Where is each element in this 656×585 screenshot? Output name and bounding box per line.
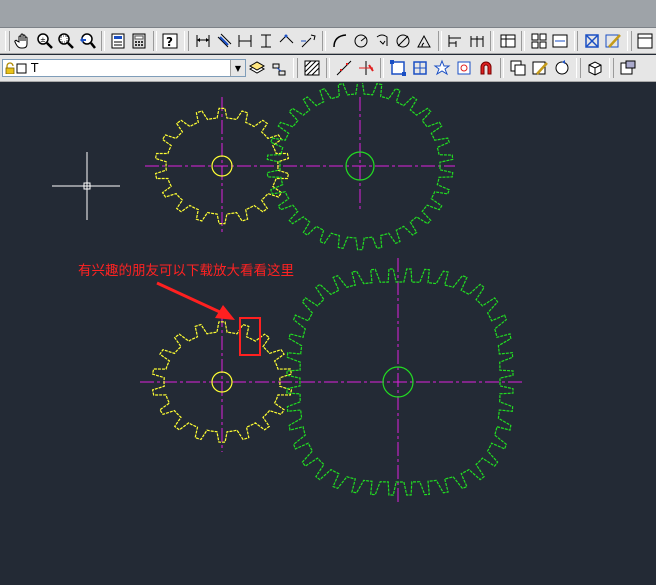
zoom-window-icon[interactable] bbox=[56, 31, 75, 51]
properties-icon[interactable] bbox=[109, 31, 128, 51]
ordinate-dim-icon[interactable] bbox=[256, 31, 275, 51]
separator bbox=[100, 30, 105, 51]
block-icon[interactable] bbox=[585, 58, 605, 78]
trim-icon[interactable] bbox=[356, 58, 376, 78]
separator bbox=[322, 30, 326, 51]
osnap-icon[interactable] bbox=[454, 58, 474, 78]
svg-text:±: ± bbox=[40, 36, 46, 44]
dim-style-icon[interactable] bbox=[550, 31, 569, 51]
separator bbox=[380, 58, 384, 78]
toolbar-grip[interactable] bbox=[5, 30, 10, 51]
highlight-box bbox=[239, 317, 261, 356]
layer-combo-value: T bbox=[31, 61, 39, 75]
fillet-icon[interactable] bbox=[388, 58, 408, 78]
refresh-icon[interactable] bbox=[552, 58, 572, 78]
svg-text:?: ? bbox=[166, 35, 173, 49]
arc-length-icon[interactable] bbox=[330, 31, 349, 51]
hatch-icon[interactable] bbox=[302, 58, 322, 78]
calculator-icon[interactable] bbox=[130, 31, 149, 51]
explode-icon[interactable] bbox=[432, 58, 452, 78]
annotation-arrow bbox=[156, 281, 235, 320]
layer-icon[interactable] bbox=[636, 31, 655, 51]
separator bbox=[521, 30, 526, 51]
separator bbox=[490, 30, 495, 51]
jog-dim-icon[interactable] bbox=[372, 31, 391, 51]
toolbar-grip[interactable] bbox=[184, 30, 189, 51]
separator bbox=[326, 58, 330, 78]
break-icon[interactable] bbox=[334, 58, 354, 78]
toolbar-row-1: ± ? bbox=[0, 28, 656, 54]
pan-icon[interactable] bbox=[14, 31, 33, 51]
toolbar-grip[interactable] bbox=[626, 30, 632, 51]
toolbar-grip[interactable] bbox=[293, 58, 298, 78]
combo-dropdown-icon[interactable]: ▼ bbox=[230, 60, 245, 76]
match-layer-icon[interactable] bbox=[269, 58, 289, 78]
toolbar-grip[interactable] bbox=[576, 58, 581, 78]
continue-dim-icon[interactable] bbox=[467, 31, 486, 51]
snap-icon[interactable] bbox=[582, 31, 601, 51]
separator bbox=[437, 30, 442, 51]
insert-icon[interactable] bbox=[618, 58, 638, 78]
annotation-text: 有兴趣的朋友可以下载放大看看这里 bbox=[78, 263, 294, 279]
centerlines bbox=[140, 97, 524, 502]
color-swatch-icon bbox=[16, 63, 27, 74]
layer-state-icons bbox=[3, 62, 27, 74]
separator bbox=[500, 58, 504, 78]
aligned-dim-icon[interactable] bbox=[214, 31, 233, 51]
horizontal-dim-icon[interactable] bbox=[235, 31, 254, 51]
linear-dim-icon[interactable] bbox=[193, 31, 212, 51]
zoom-previous-icon[interactable] bbox=[77, 31, 97, 51]
radius-dim-icon[interactable] bbox=[351, 31, 370, 51]
angle-dim-icon[interactable] bbox=[415, 31, 434, 51]
toolbar-grip[interactable] bbox=[573, 30, 579, 51]
leader-icon[interactable] bbox=[299, 31, 318, 51]
drawing-canvas[interactable] bbox=[0, 83, 656, 585]
lock-icon bbox=[5, 62, 15, 74]
copy-icon[interactable] bbox=[508, 58, 528, 78]
baseline-dim-icon[interactable] bbox=[446, 31, 465, 51]
toolbar-grip[interactable] bbox=[609, 58, 614, 78]
angular-dim-icon[interactable] bbox=[278, 31, 297, 51]
grid-icon[interactable] bbox=[529, 31, 548, 51]
crosshair-cursor-icon bbox=[52, 152, 120, 220]
title-bar bbox=[0, 0, 656, 28]
gear-drawing[interactable] bbox=[0, 83, 656, 585]
help-icon[interactable]: ? bbox=[161, 31, 180, 51]
layer-combo[interactable]: T ▼ bbox=[2, 59, 246, 77]
zoom-realtime-icon[interactable]: ± bbox=[35, 31, 54, 51]
edit-icon[interactable] bbox=[604, 31, 623, 51]
toolbar-row-2: T ▼ bbox=[0, 55, 656, 82]
magnet-icon[interactable] bbox=[476, 58, 496, 78]
diameter-dim-icon[interactable] bbox=[394, 31, 413, 51]
layer-properties-icon[interactable] bbox=[247, 58, 267, 78]
edit-attr-icon[interactable] bbox=[530, 58, 550, 78]
table-icon[interactable] bbox=[498, 31, 517, 51]
separator bbox=[152, 30, 157, 51]
chamfer-icon[interactable] bbox=[410, 58, 430, 78]
